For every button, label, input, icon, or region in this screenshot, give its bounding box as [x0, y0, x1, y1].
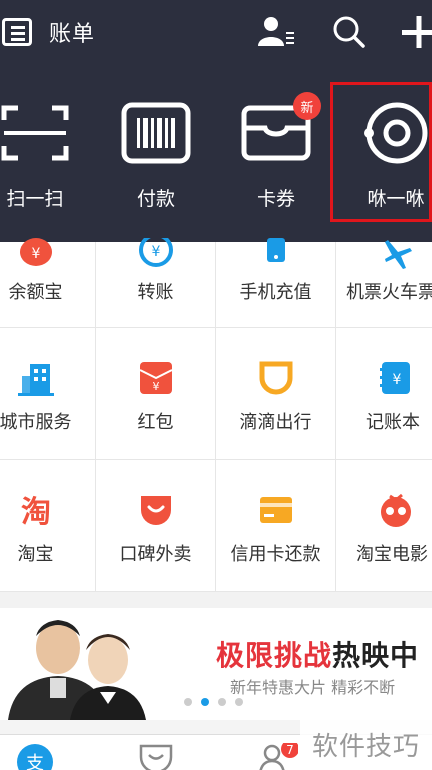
taobao-icon: 淘: [21, 495, 51, 528]
highlight-box: [330, 82, 432, 222]
plane-icon: [385, 240, 412, 269]
grid-item-label: 口碑外卖: [119, 544, 192, 565]
contacts-icon[interactable]: [256, 14, 296, 50]
action-scan[interactable]: 扫一扫: [0, 80, 90, 220]
grid-item-credit-card[interactable]: 信用卡还款: [216, 460, 336, 592]
red-envelope-icon: ¥: [139, 362, 172, 394]
grid-item-label: 滴滴出行: [239, 412, 312, 433]
carousel-dot[interactable]: [235, 698, 243, 706]
taobao-movie-icon: [381, 493, 411, 527]
svg-text:淘: 淘: [21, 495, 51, 528]
grid-item-taobao[interactable]: 淘 淘宝: [0, 460, 96, 592]
svg-text:¥: ¥: [393, 372, 402, 388]
grid-item-didi[interactable]: 滴滴出行: [216, 328, 336, 460]
svg-text:¥: ¥: [152, 380, 159, 393]
top-bar: 账单: [0, 0, 432, 64]
grid-item-transfer[interactable]: ¥ 转账: [96, 238, 216, 328]
phone-recharge-icon: [266, 238, 285, 262]
grid-item-label: 记账本: [366, 412, 420, 433]
grid-item-yuebao[interactable]: ¥ 余额宝: [0, 238, 96, 328]
grid-item-koubei[interactable]: 口碑外卖: [96, 460, 216, 592]
action-pay[interactable]: 付款: [101, 80, 211, 220]
grid-item-label: 红包: [137, 412, 174, 433]
promo-banner[interactable]: 极限挑战热映中 新年特惠大片 精彩不断: [0, 608, 432, 720]
grid-item-label: 淘宝电影: [356, 544, 428, 565]
carousel-dots: [184, 698, 243, 706]
yuebao-icon: ¥: [19, 238, 52, 266]
banner-title-rest: 热映中: [332, 639, 420, 672]
svg-text:支: 支: [26, 753, 44, 770]
grid-item-red-envelope[interactable]: ¥ 红包: [96, 328, 216, 460]
plus-icon[interactable]: [400, 14, 432, 50]
grid-item-label: 转账: [137, 282, 174, 303]
bill-icon[interactable]: [2, 18, 32, 46]
carousel-dot[interactable]: [218, 698, 226, 706]
alipay-tab-icon[interactable]: 支: [16, 743, 54, 770]
barcode-icon: [121, 102, 191, 164]
grid-item-phone-recharge[interactable]: 手机充值: [216, 238, 336, 328]
action-label: 卡券: [256, 188, 295, 210]
banner-subtitle: 新年特惠大片 精彩不断: [230, 678, 396, 697]
section-divider: [0, 592, 432, 608]
banner-title-highlight: 极限挑战: [216, 639, 333, 672]
grid-item-label: 信用卡还款: [230, 544, 321, 565]
friends-tab-icon[interactable]: 7: [258, 743, 298, 770]
koubei-icon: [140, 496, 171, 525]
grid-item-ledger[interactable]: ¥ 记账本: [336, 328, 432, 460]
banner-title: 极限挑战热映中: [216, 634, 419, 674]
page-title[interactable]: 账单: [49, 16, 95, 48]
search-icon[interactable]: [330, 14, 370, 50]
grid-item-city-services[interactable]: 城市服务: [0, 328, 96, 460]
grid-item-label: 余额宝: [8, 282, 63, 303]
grid-item-label: 手机充值: [239, 282, 312, 303]
didi-icon: [259, 361, 292, 395]
action-label: 扫一扫: [6, 188, 64, 210]
koubei-tab-icon[interactable]: [138, 743, 174, 770]
svg-text:¥: ¥: [151, 244, 160, 260]
service-grid: ¥ 余额宝 ¥ 转账 手机充值 机票火车票 城市服务 ¥ 红包 滴滴出行 ¥ 记…: [0, 238, 432, 592]
watermark: 软件技巧: [300, 718, 432, 770]
scan-icon: [1, 105, 69, 161]
header: 账单 扫一扫 付款 卡券 咻一咻 新: [0, 0, 432, 242]
grid-item-label: 淘宝: [17, 544, 54, 565]
ledger-icon: ¥: [380, 362, 410, 394]
credit-card-icon: [259, 497, 292, 523]
transfer-icon: ¥: [138, 238, 173, 267]
city-icon: [17, 364, 54, 396]
new-badge: 新: [293, 92, 321, 120]
svg-text:¥: ¥: [31, 246, 40, 262]
grid-item-flights[interactable]: 机票火车票: [336, 240, 432, 328]
tab-badge: 7: [286, 743, 294, 757]
carousel-dot-active[interactable]: [201, 698, 209, 706]
action-label: 付款: [136, 188, 175, 210]
grid-item-taobao-movie[interactable]: 淘宝电影: [336, 460, 432, 592]
carousel-dot[interactable]: [184, 698, 192, 706]
grid-item-label: 机票火车票: [346, 282, 432, 303]
grid-item-label: 城市服务: [0, 412, 72, 433]
alipay-home-screen: 账单 扫一扫 付款 卡券 咻一咻 新 ¥ 余额宝 ¥ 转账 手机充值 机票火车票…: [0, 0, 432, 770]
